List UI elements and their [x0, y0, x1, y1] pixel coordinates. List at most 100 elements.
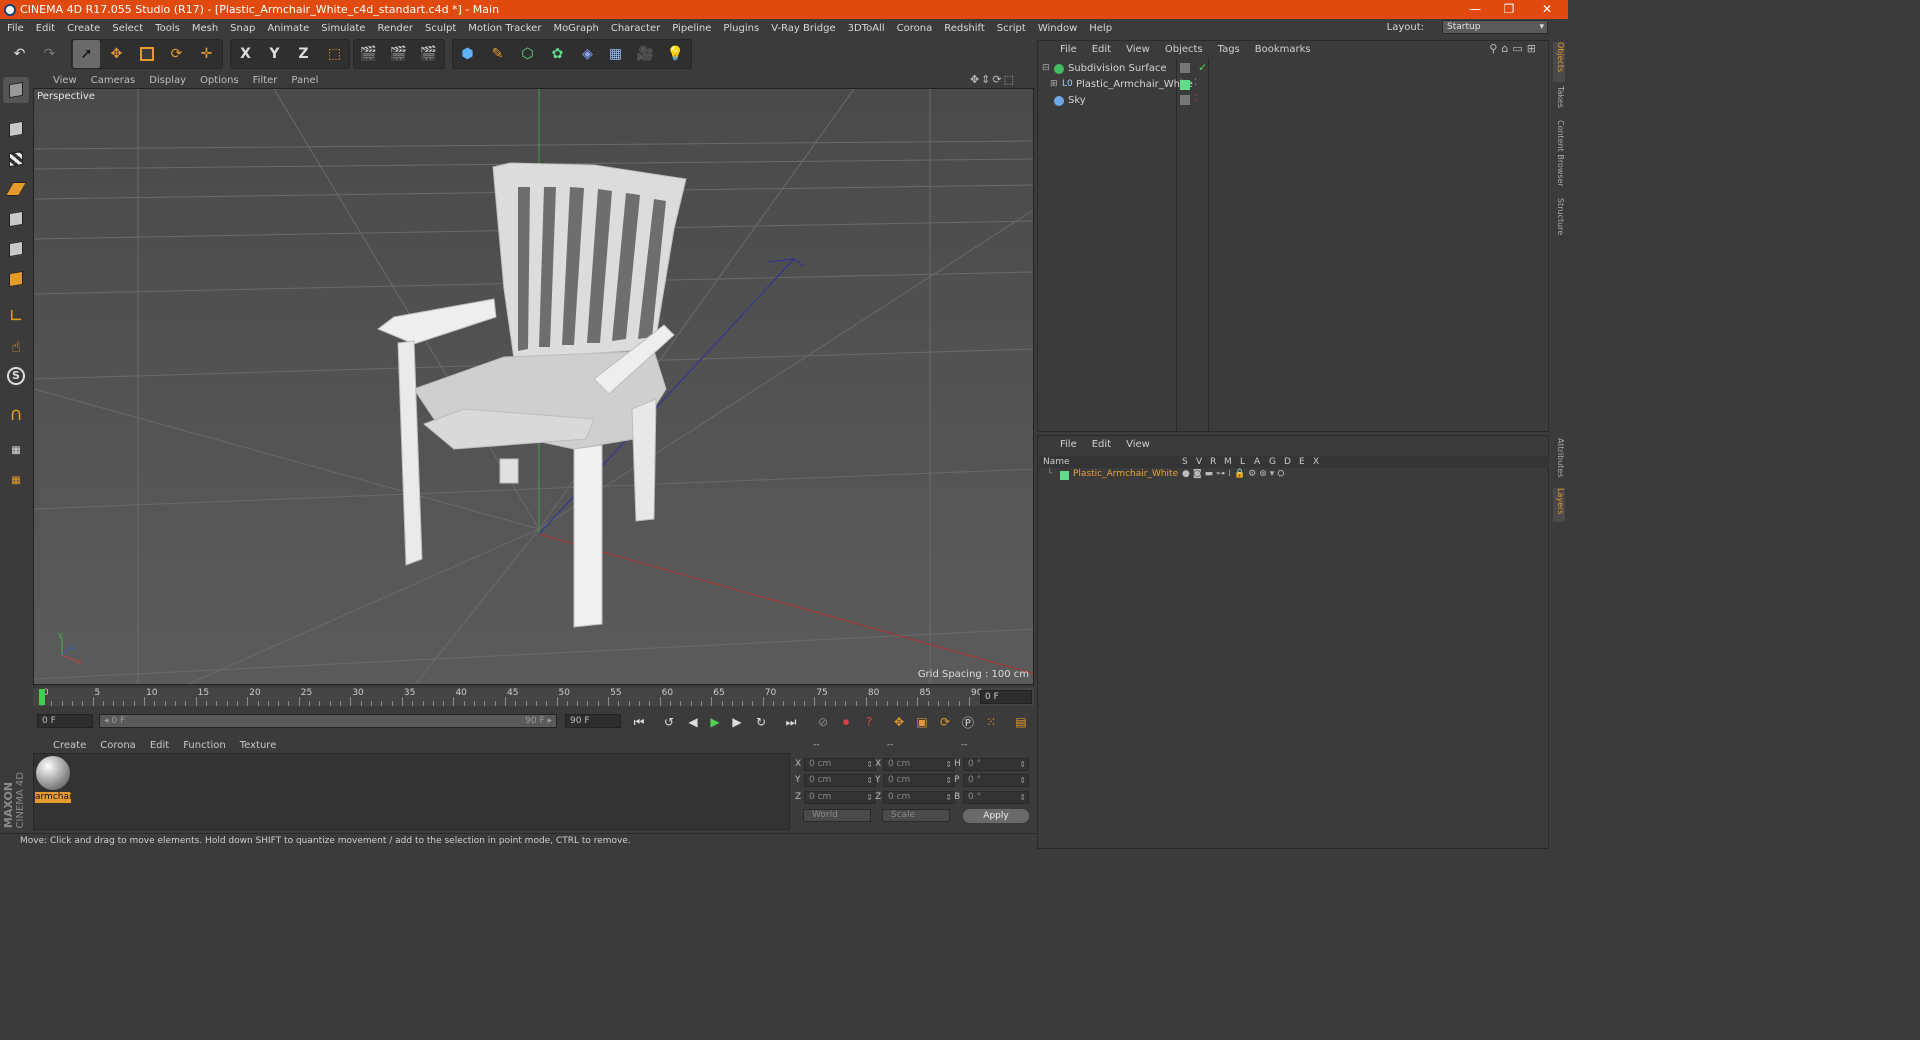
menu-pipeline[interactable]: Pipeline	[672, 23, 711, 34]
objects-menu-bookmarks[interactable]: Bookmarks	[1255, 44, 1311, 55]
start-frame-field[interactable]: 0 F	[37, 714, 93, 728]
pen-spline-icon[interactable]: ✎	[484, 40, 511, 68]
layers-menu-edit[interactable]: Edit	[1092, 439, 1111, 450]
workplane-mode-icon[interactable]	[3, 176, 29, 202]
coordinate-system-icon[interactable]: ⬚	[321, 40, 348, 68]
menu-mograph[interactable]: MoGraph	[553, 23, 598, 34]
enabled-check-icon[interactable]: ✓	[1198, 61, 1207, 74]
z-axis-lock-button[interactable]: Z	[290, 40, 317, 68]
objects-menu-objects[interactable]: Objects	[1165, 44, 1203, 55]
collapse-icon[interactable]: ⊟	[1042, 63, 1050, 73]
close-button[interactable]: ✕	[1530, 0, 1564, 19]
menu-window[interactable]: Window	[1038, 23, 1077, 34]
go-to-start-icon[interactable]: ⏮	[629, 712, 649, 732]
model-mode-icon[interactable]	[3, 116, 29, 142]
rotation-b-field[interactable]: 0 °	[963, 791, 1029, 804]
layer-toggle-icons[interactable]: ●◙▬⊶⁞🔒⚙⊛▾⛭	[1182, 469, 1287, 479]
menu-render[interactable]: Render	[377, 23, 413, 34]
redo-icon[interactable]: ↷	[36, 40, 63, 68]
light-icon[interactable]: 💡	[662, 40, 689, 68]
edges-mode-icon[interactable]	[3, 236, 29, 262]
rotation-p-field[interactable]: 0 °	[963, 774, 1029, 787]
object-row-subdivision-surface[interactable]: ⊟ Subdivision Surface ✓	[1038, 61, 1548, 77]
tab-content-browser[interactable]: Content Browser	[1553, 120, 1565, 194]
make-editable-icon[interactable]	[3, 77, 29, 103]
objects-menu-view[interactable]: View	[1126, 44, 1150, 55]
key-pla-icon[interactable]: ⁙	[981, 712, 1001, 732]
magnet-icon[interactable]: ∩	[3, 401, 29, 427]
position-x-field[interactable]: 0 cm	[804, 758, 876, 771]
menu-file[interactable]: File	[7, 23, 24, 34]
material-menu-corona[interactable]: Corona	[100, 740, 136, 751]
rotate-icon[interactable]: ⟳	[163, 40, 190, 68]
size-x-field[interactable]: 0 cm	[883, 758, 955, 771]
cube-object-icon[interactable]: ⬢	[454, 40, 481, 68]
current-frame-field[interactable]: 0 F	[980, 690, 1032, 704]
viewport-menu-panel[interactable]: Panel	[291, 75, 318, 86]
expand-icon[interactable]: ⊞	[1050, 79, 1058, 89]
undo-icon[interactable]: ↶	[6, 40, 33, 68]
coordinate-space-dropdown[interactable]: World	[803, 809, 871, 822]
viewport-nav-icons[interactable]: ✥⇕⟳⬚	[970, 73, 1016, 86]
tab-objects[interactable]: Objects	[1553, 42, 1565, 82]
floor-icon[interactable]: ▦	[602, 40, 629, 68]
key-scale-icon[interactable]: ▣	[912, 712, 932, 732]
timeline-ruler[interactable]: 0 5 10 15 20 25 30 35 40 45 50 55 60 65 70 75 80 85 90	[39, 688, 982, 706]
next-key-icon[interactable]: ↻	[751, 712, 771, 732]
preview-range-slider[interactable]: ◂ 0 F 90 F ▸	[99, 714, 557, 728]
tab-takes[interactable]: Takes	[1553, 86, 1565, 116]
material-menu-edit[interactable]: Edit	[150, 740, 169, 751]
menu-character[interactable]: Character	[611, 23, 660, 34]
position-z-field[interactable]: 0 cm	[804, 791, 876, 804]
layer-row[interactable]: └ Plastic_Armchair_White ●◙▬⊶⁞🔒⚙⊛▾⛭	[1039, 469, 1549, 482]
select-arrow-icon[interactable]: ➚	[73, 40, 100, 68]
layer-name[interactable]: Plastic_Armchair_White	[1073, 469, 1178, 479]
material-menu-texture[interactable]: Texture	[240, 740, 277, 751]
camera-icon[interactable]: 🎥	[632, 40, 659, 68]
menu-select[interactable]: Select	[112, 23, 143, 34]
apply-button[interactable]: Apply	[963, 809, 1029, 823]
previous-frame-icon[interactable]: ◀	[683, 712, 703, 732]
texture-mode-icon[interactable]	[3, 146, 29, 172]
points-mode-icon[interactable]	[3, 206, 29, 232]
material-manager[interactable]: armchai	[33, 753, 790, 830]
menu-create[interactable]: Create	[67, 23, 100, 34]
keyframe-selection-icon[interactable]: ?	[859, 712, 879, 732]
menu-snap[interactable]: Snap	[230, 23, 255, 34]
key-position-icon[interactable]: ✥	[889, 712, 909, 732]
cloner-icon[interactable]: ✿	[544, 40, 571, 68]
go-to-end-icon[interactable]: ⏭	[781, 712, 801, 732]
layers-menu-view[interactable]: View	[1126, 439, 1150, 450]
menu-plugins[interactable]: Plugins	[723, 23, 759, 34]
menu-motion-tracker[interactable]: Motion Tracker	[468, 23, 541, 34]
menu-script[interactable]: Script	[997, 23, 1026, 34]
minimize-button[interactable]: —	[1458, 0, 1492, 19]
axis-mode-icon[interactable]: ∟	[3, 303, 29, 329]
y-axis-lock-button[interactable]: Y	[261, 40, 288, 68]
deformer-icon[interactable]: ◈	[574, 40, 601, 68]
objects-menu-file[interactable]: File	[1060, 44, 1077, 55]
size-z-field[interactable]: 0 cm	[883, 791, 955, 804]
menu-simulate[interactable]: Simulate	[321, 23, 365, 34]
menu-sculpt[interactable]: Sculpt	[425, 23, 456, 34]
menu-vray-bridge[interactable]: V-Ray Bridge	[771, 23, 835, 34]
render-settings-icon[interactable]: 🎬	[415, 40, 442, 68]
previous-key-icon[interactable]: ↺	[659, 712, 679, 732]
menu-corona[interactable]: Corona	[897, 23, 933, 34]
tag-icon[interactable]	[1180, 95, 1190, 105]
rotation-h-field[interactable]: 0 °	[963, 758, 1029, 771]
timeline-window-icon[interactable]: ▤	[1011, 712, 1031, 732]
snap-icon[interactable]: S	[3, 363, 29, 389]
key-rotation-icon[interactable]: ⟳	[935, 712, 955, 732]
tab-attributes[interactable]: Attributes	[1553, 438, 1565, 484]
layers-menu-file[interactable]: File	[1060, 439, 1077, 450]
menu-edit[interactable]: Edit	[36, 23, 55, 34]
viewport-menu-view[interactable]: View	[53, 75, 77, 86]
record-keys-icon[interactable]: ⊘	[813, 712, 833, 732]
layout-dropdown[interactable]: Startup	[1442, 20, 1548, 34]
timeline[interactable]: 0 5 10 15 20 25 30 35 40 45 50 55 60 65 70 75 80 85 90 0 F	[33, 688, 1034, 706]
polygons-mode-icon[interactable]	[3, 266, 29, 292]
tag-icon[interactable]	[1180, 63, 1190, 73]
object-manager-tools-icons[interactable]: ⚲⌂▭⊞	[1489, 42, 1540, 55]
objects-menu-tags[interactable]: Tags	[1218, 44, 1240, 55]
